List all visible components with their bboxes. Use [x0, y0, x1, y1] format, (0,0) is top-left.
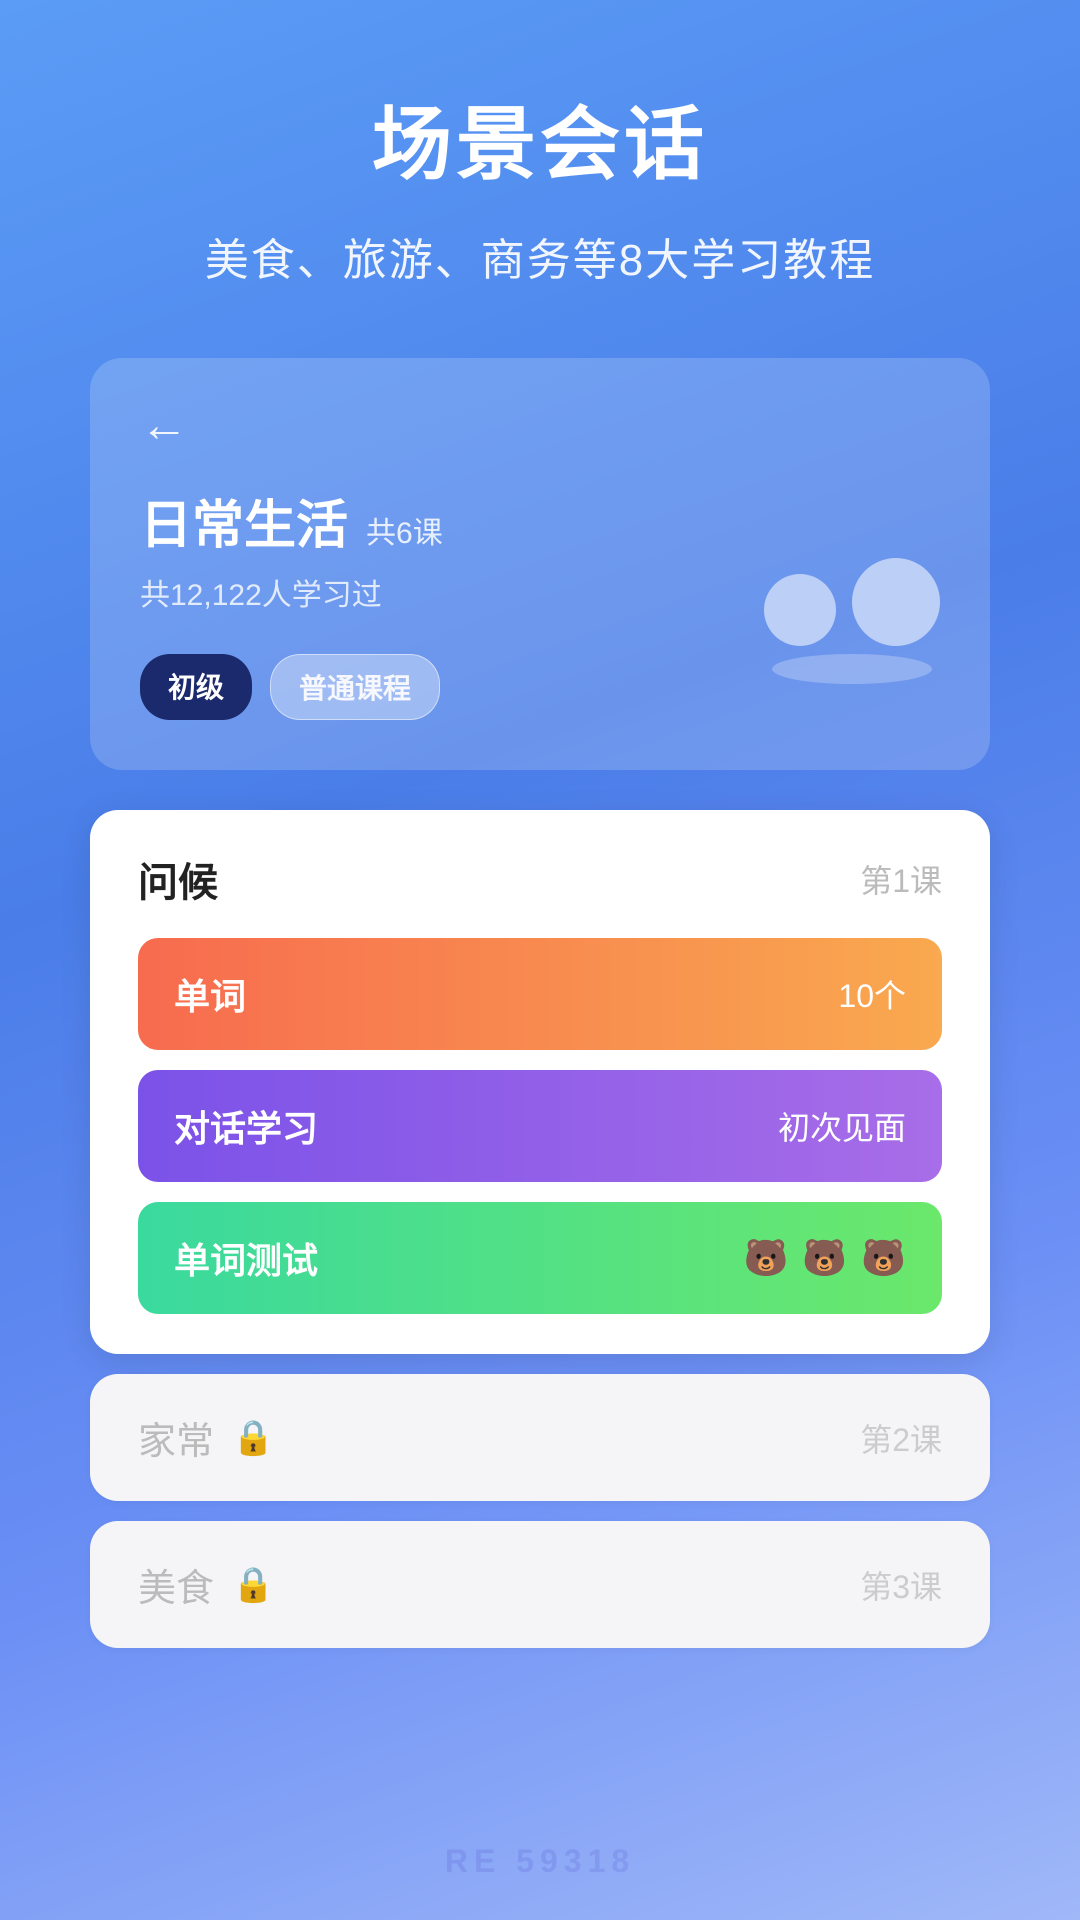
tag-normal[interactable]: 普通课程 [270, 654, 440, 720]
lesson-active-name: 问候 [138, 850, 218, 908]
course-count: 共6课 [366, 508, 443, 552]
lock-icon-3: 🔒 [232, 1565, 274, 1605]
course-title: 日常生活 [140, 483, 348, 558]
sub-item-test[interactable]: 单词测试 🐻 🐻 🐻 [138, 1202, 942, 1314]
watermark: RE 59318 [0, 1843, 1080, 1880]
dialog-value: 初次见面 [778, 1103, 906, 1149]
course-title-row: 日常生活 共6课 [140, 483, 940, 558]
locked-number-3: 第3课 [860, 1562, 942, 1608]
bear-icon-3: 🐻 [861, 1237, 906, 1279]
test-label: 单词测试 [174, 1232, 318, 1284]
vocab-value: 10个 [838, 971, 906, 1017]
lock-icon-2: 🔒 [232, 1418, 274, 1458]
lesson-active-number: 第1课 [860, 856, 942, 902]
deco-circle-shadow [772, 654, 932, 684]
sub-item-dialog[interactable]: 对话学习 初次见面 [138, 1070, 942, 1182]
locked-left-3: 美食 🔒 [138, 1557, 274, 1612]
sub-item-vocab[interactable]: 单词 10个 [138, 938, 942, 1050]
bear-icon-2: 🐻 [802, 1237, 847, 1279]
locked-name-3: 美食 [138, 1557, 214, 1612]
bear-icons: 🐻 🐻 🐻 [744, 1237, 906, 1279]
locked-name-2: 家常 [138, 1410, 214, 1465]
lesson-active-header: 问候 第1课 [138, 850, 942, 908]
deco-circle-left [764, 574, 836, 646]
vocab-label: 单词 [174, 968, 246, 1020]
course-info-card: ← 日常生活 共6课 共12,122人学习过 初级 普通课程 [90, 358, 990, 770]
lesson-card-locked-3: 美食 🔒 第3课 [90, 1521, 990, 1648]
back-button[interactable]: ← [140, 398, 188, 453]
locked-number-2: 第2课 [860, 1415, 942, 1461]
decoration-circles [764, 558, 940, 684]
lessons-list: 问候 第1课 单词 10个 对话学习 初次见面 单词测试 🐻 🐻 🐻 家常 🔒 [90, 810, 990, 1708]
lesson-card-active[interactable]: 问候 第1课 单词 10个 对话学习 初次见面 单词测试 🐻 🐻 🐻 [90, 810, 990, 1354]
page-header: 场景会话 美食、旅游、商务等8大学习教程 [0, 0, 1080, 328]
locked-left-2: 家常 🔒 [138, 1410, 274, 1465]
bear-icon-1: 🐻 [744, 1237, 789, 1279]
deco-circle-right [852, 558, 940, 646]
tag-beginner[interactable]: 初级 [140, 654, 252, 720]
page-subtitle: 美食、旅游、商务等8大学习教程 [0, 224, 1080, 288]
lesson-card-locked-2: 家常 🔒 第2课 [90, 1374, 990, 1501]
page-title: 场景会话 [0, 80, 1080, 196]
dialog-label: 对话学习 [174, 1100, 318, 1152]
